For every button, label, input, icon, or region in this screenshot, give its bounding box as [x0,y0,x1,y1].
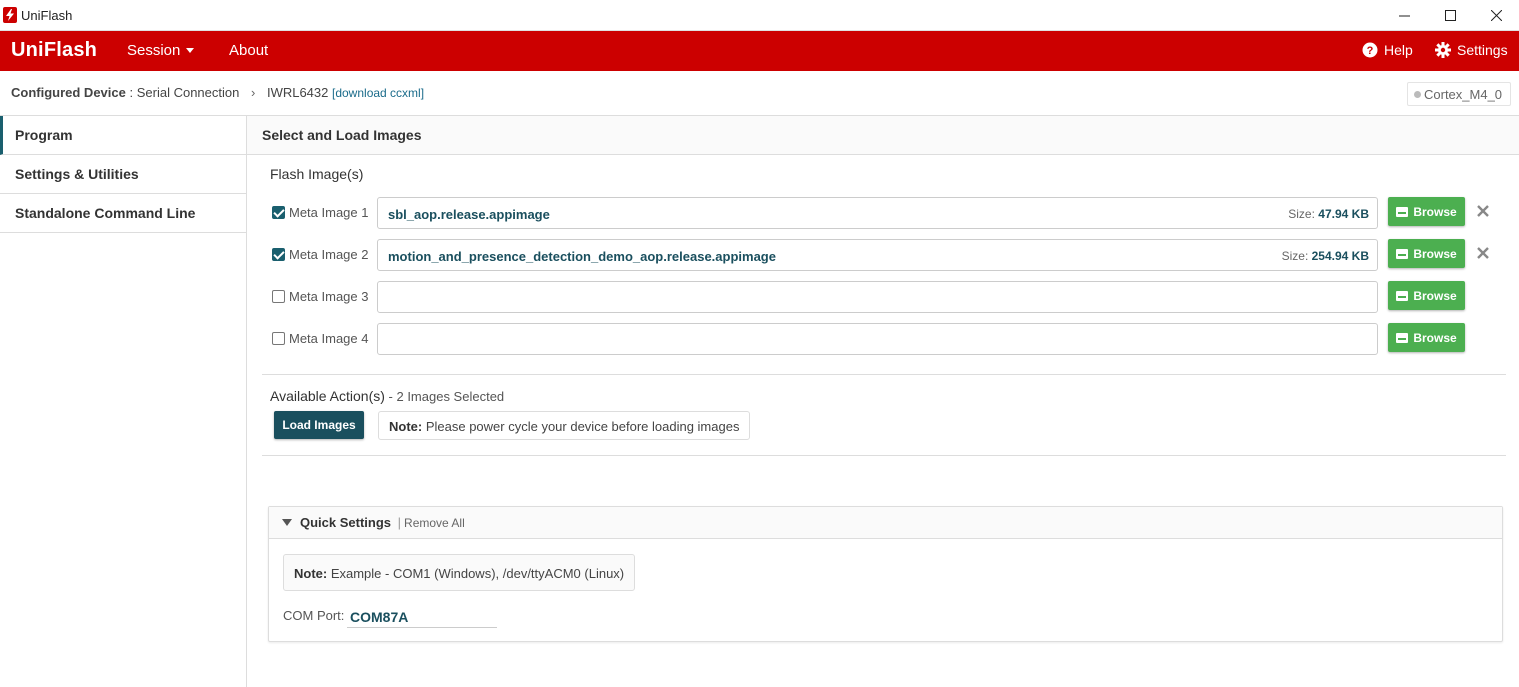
meta-image-2-checkbox[interactable] [272,248,285,261]
meta-image-4-checkbox[interactable] [272,332,285,345]
app-header: UniFlash Session About ? Help Settings [0,31,1519,71]
com-port-label: COM Port: [283,608,345,623]
note-label: Note: [389,419,423,434]
uniflash-app-icon [3,7,17,23]
image-row-1: Meta Image 1 sbl_aop.release.appimage Si… [272,197,1512,229]
remove-all-link[interactable]: Remove All [404,516,465,530]
connection-name[interactable]: Serial Connection [137,85,240,100]
meta-image-3-checkbox[interactable] [272,290,285,303]
actions-label: Available Action(s) [270,388,385,404]
panel-title: Select and Load Images [247,116,1519,155]
svg-text:?: ? [1367,45,1374,57]
download-ccxml-link[interactable]: [download ccxml] [332,86,424,100]
meta-image-2-size: Size: 254.94 KB [1282,249,1369,263]
flash-images-title: Flash Image(s) [270,166,364,182]
minimize-icon [1398,15,1410,17]
window-titlebar: UniFlash [0,0,1519,31]
note-text: Example - COM1 (Windows), /dev/ttyACM0 (… [327,566,625,581]
breadcrumb-bar: Configured Device : Serial Connection › … [0,71,1519,116]
remove-image-1-icon[interactable] [1477,205,1489,217]
browse-button-4[interactable]: Browse [1388,323,1465,352]
size-value: 47.94 KB [1318,207,1369,221]
maximize-button[interactable] [1427,0,1473,31]
meta-image-1-label: Meta Image 1 [289,205,369,220]
quick-settings-title: Quick Settings [300,515,392,530]
drive-icon [1396,206,1409,217]
help-label: Help [1384,42,1413,58]
window-title: UniFlash [21,8,73,23]
core-name: Cortex_M4_0 [1424,87,1503,102]
close-icon [1490,10,1502,21]
browse-button-3[interactable]: Browse [1388,281,1465,310]
browse-button-2[interactable]: Browse [1388,239,1465,268]
configured-device-label: Configured Device [11,85,126,100]
quick-settings-panel: Quick Settings | Remove All Note: Example… [268,506,1503,642]
size-label: Size: [1281,249,1309,263]
section-divider [262,374,1506,375]
sidebar-item-standalone-command-line[interactable]: Standalone Command Line [0,194,246,233]
size-value: 254.94 KB [1311,249,1369,263]
browse-label: Browse [1413,246,1457,261]
meta-image-3-label: Meta Image 3 [289,289,369,304]
section-divider [262,455,1506,456]
meta-image-1-filename: sbl_aop.release.appimage [388,207,550,222]
note-text: Please power cycle your device before lo… [422,419,740,434]
meta-image-2-label: Meta Image 2 [289,247,369,262]
gear-icon [1435,42,1451,58]
maximize-icon [1444,10,1456,21]
close-window-button[interactable] [1473,0,1519,31]
com-port-input[interactable] [347,602,497,628]
chevron-right-icon: › [250,85,256,100]
browse-label: Browse [1413,204,1457,219]
meta-image-3-field[interactable] [377,281,1378,313]
sidebar-item-program[interactable]: Program [0,116,246,155]
images-selected-count: - 2 Images Selected [384,389,505,404]
session-menu-label: Session [127,42,181,59]
session-menu[interactable]: Session [127,42,195,59]
note-label: Note: [294,566,328,581]
available-actions-title: Available Action(s) - 2 Images Selected [270,388,504,404]
settings-label: Settings [1457,42,1508,58]
browse-button-1[interactable]: Browse [1388,197,1465,226]
minimize-button[interactable] [1381,0,1427,31]
power-cycle-note: Note: Please power cycle your device bef… [378,411,751,440]
breadcrumb: Configured Device : Serial Connection › … [11,85,424,100]
drive-icon [1396,332,1409,343]
caret-down-icon [282,519,292,527]
help-button[interactable]: ? Help [1362,42,1413,58]
drive-icon [1396,290,1409,301]
about-link[interactable]: About [229,42,268,59]
meta-image-1-size: Size: 47.94 KB [1288,207,1369,221]
main-panel: Select and Load Images Flash Image(s) Me… [247,116,1519,687]
meta-image-2-field[interactable]: motion_and_presence_detection_demo_aop.r… [377,239,1378,271]
image-row-3: Meta Image 3 Browse [272,281,1512,313]
status-dot-icon [1414,91,1421,99]
remove-image-2-icon[interactable] [1477,247,1489,259]
image-row-2: Meta Image 2 motion_and_presence_detecti… [272,239,1512,271]
brand-logo[interactable]: UniFlash [11,39,97,62]
sidebar: Program Settings & Utilities Standalone … [0,116,247,687]
meta-image-4-field[interactable] [377,323,1378,355]
meta-image-4-label: Meta Image 4 [289,331,369,346]
meta-image-1-checkbox[interactable] [272,206,285,219]
image-row-4: Meta Image 4 Browse [272,323,1512,355]
quick-settings-header[interactable]: Quick Settings | Remove All [269,507,1502,539]
breadcrumb-colon: : [129,85,134,100]
size-label: Size: [1288,207,1315,221]
browse-label: Browse [1413,288,1457,303]
meta-image-1-field[interactable]: sbl_aop.release.appimage Size: 47.94 KB [377,197,1378,229]
com-example-note: Note: Example - COM1 (Windows), /dev/tty… [283,554,636,591]
separator: | [397,515,402,530]
load-images-button[interactable]: Load Images [274,411,364,439]
settings-button[interactable]: Settings [1435,42,1508,58]
drive-icon [1396,248,1409,259]
browse-label: Browse [1413,330,1457,345]
meta-image-2-filename: motion_and_presence_detection_demo_aop.r… [388,249,776,264]
device-name[interactable]: IWRL6432 [267,85,328,100]
caret-down-icon [186,47,195,53]
sidebar-item-settings-utilities[interactable]: Settings & Utilities [0,155,246,194]
question-circle-icon: ? [1362,42,1378,58]
core-status-badge[interactable]: Cortex_M4_0 [1407,82,1512,106]
